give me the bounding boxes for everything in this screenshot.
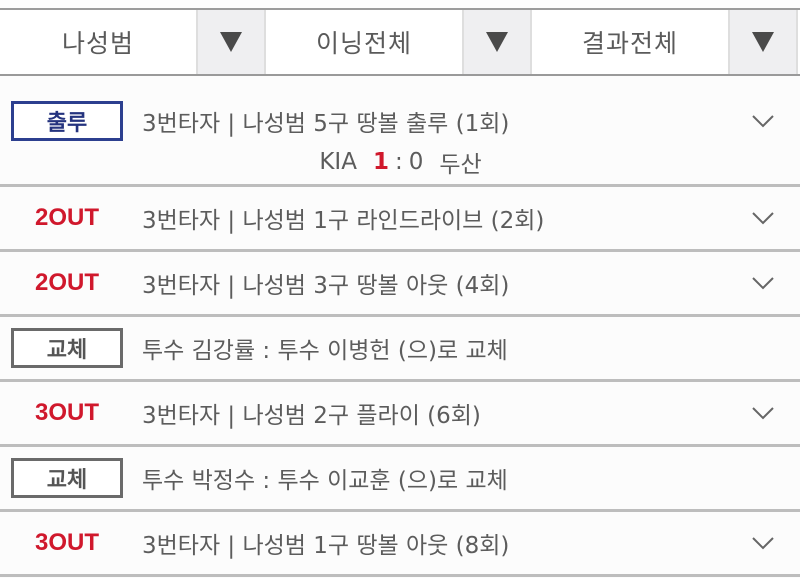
list-item[interactable]: 2OUT 3번타자 | 나성범 3구 땅볼 아웃 (4회) <box>0 252 800 317</box>
result-badge: 출루 <box>11 101 123 141</box>
list-item-main-line: 교체 투수 박정수 : 투수 이교훈 (으)로 교체 <box>0 447 800 509</box>
play-description: 3번타자 | 나성범 2구 플라이 (6회) <box>142 403 481 429</box>
inning-filter-label[interactable]: 이닝전체 <box>266 10 462 74</box>
chevron-down-icon[interactable] <box>752 207 774 229</box>
chevron-down-icon[interactable] <box>752 272 774 294</box>
chevron-down-icon[interactable] <box>752 532 774 554</box>
home-team: KIA <box>319 149 357 175</box>
play-by-play-list: 출루 3번타자 | 나성범 5구 땅볼 출루 (1회) KIA 1 : 0 두산… <box>0 76 800 577</box>
home-score: 1 <box>372 149 389 175</box>
substitution-badge: 교체 <box>11 458 123 498</box>
list-item: 교체 투수 김강률 : 투수 이병헌 (으)로 교체 <box>0 317 800 382</box>
list-item-main-line: 3OUT 3번타자 | 나성범 2구 플라이 (6회) <box>0 382 800 444</box>
list-item[interactable]: 3OUT 3번타자 | 나성범 1구 땅볼 아웃 (8회) <box>0 512 800 577</box>
score-separator: : <box>394 149 403 175</box>
substitution-description: 투수 김강률 : 투수 이병헌 (으)로 교체 <box>142 338 508 364</box>
play-description: 3번타자 | 나성범 3구 땅볼 아웃 (4회) <box>142 273 510 299</box>
triangle-down-icon <box>486 32 508 52</box>
player-filter-dropdown-button[interactable] <box>196 10 266 74</box>
list-item-main-line: 3OUT 3번타자 | 나성범 1구 땅볼 아웃 (8회) <box>0 512 800 574</box>
play-description: 3번타자 | 나성범 1구 라인드라이브 (2회) <box>142 208 545 234</box>
substitution-description: 투수 박정수 : 투수 이교훈 (으)로 교체 <box>142 468 508 494</box>
triangle-down-icon <box>752 32 774 52</box>
triangle-down-icon <box>220 32 242 52</box>
play-description: 3번타자 | 나성범 5구 땅볼 출루 (1회) <box>142 111 510 137</box>
list-item[interactable]: 출루 3번타자 | 나성범 5구 땅볼 출루 (1회) KIA 1 : 0 두산 <box>0 76 800 187</box>
list-item-main-line: 2OUT 3번타자 | 나성범 3구 땅볼 아웃 (4회) <box>0 252 800 314</box>
list-item[interactable]: 3OUT 3번타자 | 나성범 2구 플라이 (6회) <box>0 382 800 447</box>
substitution-badge: 교체 <box>11 328 123 368</box>
list-item-main-line: 교체 투수 김강률 : 투수 이병헌 (으)로 교체 <box>0 317 800 379</box>
player-filter-label[interactable]: 나성범 <box>0 10 196 74</box>
chevron-down-icon[interactable] <box>752 110 774 132</box>
away-score: 0 <box>408 149 424 175</box>
list-item[interactable]: 2OUT 3번타자 | 나성범 1구 라인드라이브 (2회) <box>0 187 800 252</box>
inning-filter-select[interactable]: 이닝전체 <box>266 10 532 74</box>
result-filter-dropdown-button[interactable] <box>728 10 798 74</box>
list-item: 교체 투수 박정수 : 투수 이교훈 (으)로 교체 <box>0 447 800 512</box>
out-count-label: 2OUT <box>34 204 99 231</box>
score-line: KIA 1 : 0 두산 <box>0 142 800 182</box>
result-filter-select[interactable]: 결과전체 <box>532 10 798 74</box>
out-count-label: 3OUT <box>34 399 99 426</box>
away-team: 두산 <box>439 152 482 178</box>
chevron-down-icon[interactable] <box>752 402 774 424</box>
play-description: 3번타자 | 나성범 1구 땅볼 아웃 (8회) <box>142 533 510 559</box>
filter-bar: 나성범 이닝전체 결과전체 <box>0 8 800 76</box>
list-item-main-line: 2OUT 3번타자 | 나성범 1구 라인드라이브 (2회) <box>0 187 800 249</box>
player-filter-select[interactable]: 나성범 <box>0 10 266 74</box>
out-count-label: 3OUT <box>34 529 99 556</box>
inning-filter-dropdown-button[interactable] <box>462 10 532 74</box>
out-count-label: 2OUT <box>34 269 99 296</box>
result-filter-label[interactable]: 결과전체 <box>532 10 728 74</box>
